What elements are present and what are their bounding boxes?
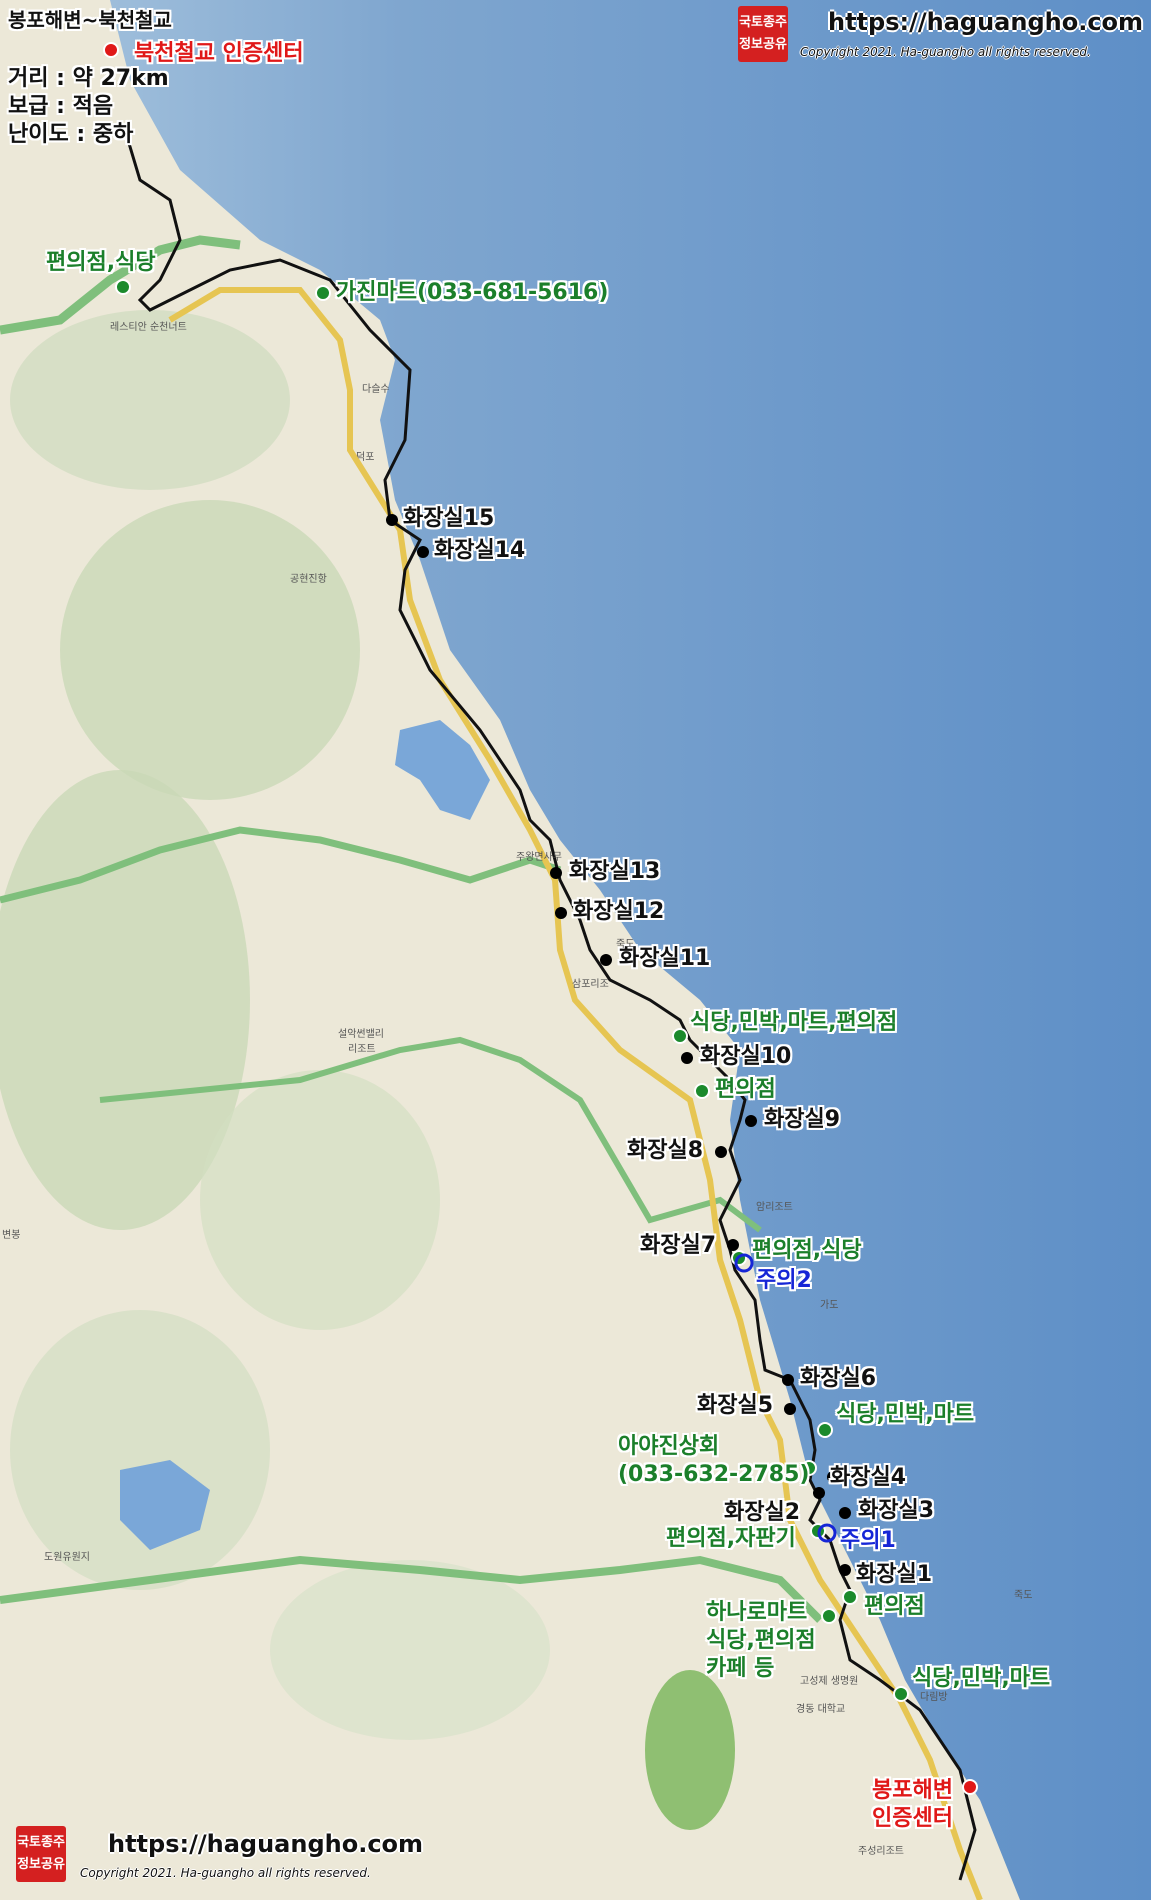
toilet-dot-15 — [386, 514, 398, 526]
distance-info: 거리 : 약 27km — [8, 66, 169, 91]
store-label-top-left: 편의점,식당 — [46, 250, 156, 275]
store-dot-h — [821, 1608, 837, 1624]
toilet-dot-9 — [745, 1115, 757, 1127]
toilet-label-15: 화장실15 — [403, 506, 495, 531]
store-dot-gajin — [315, 285, 331, 301]
supply-info: 보급 : 적음 — [8, 94, 114, 119]
place-name-9: 암리조트 — [756, 1202, 793, 1213]
site-url-top[interactable]: https://haguangho.com — [828, 8, 1143, 36]
seal-text-2: 정보공유 — [739, 37, 787, 52]
store-label-gajin: 가진마트(033-681-5616) — [336, 280, 609, 305]
toilet-label-9: 화장실9 — [764, 1107, 841, 1132]
toilet-dot-3 — [839, 1507, 851, 1519]
toilet-dot-5 — [784, 1403, 796, 1415]
center-dot-end — [103, 42, 119, 58]
store-label-a: 식당,민박,마트,편의점 — [690, 1010, 898, 1035]
place-name-14: 도원유원지 — [44, 1552, 90, 1563]
place-name-12: 경동 대학교 — [796, 1704, 846, 1715]
difficulty-info: 난이도 : 중하 — [8, 122, 134, 147]
place-name-6: 삼포리조 — [572, 979, 609, 990]
place-name-18: 다림방 — [920, 1692, 948, 1703]
center-dot-start — [962, 1779, 978, 1795]
toilet-dot-8 — [715, 1146, 727, 1158]
place-name-2: 덕포 — [356, 452, 375, 463]
toilet-label-13: 화장실13 — [569, 859, 661, 884]
toilet-label-14: 화장실14 — [434, 538, 526, 563]
place-name-16: 레스티안 순천너트 — [110, 322, 187, 333]
seal-text-1: 국토종주 — [739, 15, 787, 30]
start-center-label-2: 인증센터 — [872, 1806, 953, 1831]
place-name-4: 주왕면사무 — [516, 852, 562, 863]
toilet-label-1: 화장실1 — [856, 1562, 933, 1587]
toilet-dot-11 — [600, 954, 612, 966]
store-label-c: 편의점,식당 — [752, 1238, 862, 1263]
toilet-label-8: 화장실8 — [627, 1138, 704, 1163]
store-label-b: 편의점 — [715, 1077, 776, 1102]
store-dot-d — [817, 1422, 833, 1438]
toilet-label-12: 화장실12 — [573, 899, 665, 924]
toilet-dot-7 — [727, 1239, 739, 1251]
toilet-dot-10 — [681, 1052, 693, 1064]
place-name-11: 고성제 생명원 — [800, 1676, 859, 1687]
place-name-1: 다슬수 — [362, 384, 390, 395]
store-dot-g — [842, 1589, 858, 1605]
place-name-5: 죽도 — [616, 939, 635, 950]
place-name-15: 변봉 — [2, 1230, 21, 1241]
brand-seal-bottom: 국토종주 정보공유 — [16, 1826, 66, 1882]
copyright-top: Copyright 2021. Ha-guangho all rights re… — [800, 45, 1091, 59]
store-label-f: 편의점,자판기 — [666, 1526, 796, 1551]
place-name-17: 죽도 — [1014, 1590, 1033, 1601]
store-label-h1: 하나로마트 — [706, 1600, 808, 1625]
store-dot-top-left — [115, 279, 131, 295]
start-center-label-1: 봉포해변 — [872, 1778, 953, 1803]
store-dot-a — [672, 1028, 688, 1044]
toilet-label-10: 화장실10 — [700, 1044, 792, 1069]
copyright-bottom: Copyright 2021. Ha-guangho all rights re… — [80, 1866, 371, 1880]
toilet-dot-13 — [550, 867, 562, 879]
route-title: 봉포해변~북천철교 — [8, 8, 172, 32]
place-name-13: 주성리조트 — [858, 1846, 904, 1857]
toilet-dot-1 — [839, 1564, 851, 1576]
toilet-dot-14 — [417, 546, 429, 558]
toilet-label-2: 화장실2 — [724, 1500, 801, 1525]
end-center-label: 북천철교 인증센터 — [134, 41, 304, 66]
toilet-label-5: 화장실5 — [697, 1393, 774, 1418]
store-label-e1: 아야진상회 — [618, 1434, 720, 1459]
place-name-7: 설악썬밸리 — [338, 1029, 384, 1040]
site-url-bottom[interactable]: https://haguangho.com — [108, 1830, 423, 1858]
route-map: 봉포해변~북천철교 북천철교 인증센터 거리 : 약 27km 보급 : 적음 … — [0, 0, 1151, 1900]
seal-text-2b: 정보공유 — [17, 1857, 65, 1872]
toilet-label-7: 화장실7 — [640, 1233, 717, 1258]
toilet-label-4: 화장실4 — [830, 1465, 907, 1490]
toilet-dot-2 — [813, 1487, 825, 1499]
place-name-3: 공현진항 — [290, 574, 327, 585]
toilet-dot-12 — [555, 907, 567, 919]
brand-seal-top: 국토종주 정보공유 — [738, 6, 788, 62]
store-label-h2: 식당,편의점 — [706, 1628, 816, 1653]
place-name-8: 리조트 — [348, 1044, 376, 1055]
toilet-dot-6 — [782, 1374, 794, 1386]
store-label-d: 식당,민박,마트 — [836, 1402, 975, 1427]
caution-label-2: 주의2 — [756, 1268, 812, 1293]
toilet-label-3: 화장실3 — [858, 1498, 935, 1523]
seal-text-1b: 국토종주 — [17, 1835, 65, 1850]
caution-label-1: 주의1 — [840, 1528, 896, 1553]
toilet-label-6: 화장실6 — [800, 1366, 877, 1391]
store-dot-b — [694, 1083, 710, 1099]
place-name-10: 가도 — [820, 1300, 839, 1311]
store-label-g: 편의점 — [864, 1594, 925, 1619]
store-label-e2: (033-632-2785) — [618, 1462, 810, 1487]
store-label-h3: 카페 등 — [706, 1656, 775, 1681]
store-dot-i — [893, 1686, 909, 1702]
